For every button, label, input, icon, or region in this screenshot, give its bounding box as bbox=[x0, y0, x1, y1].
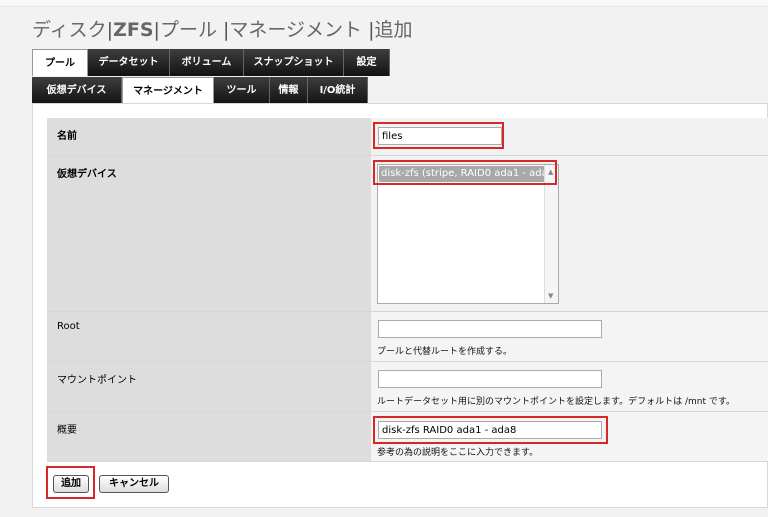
row-root: Root プールと代替ルートを作成する。 bbox=[47, 312, 768, 362]
title-disk: ディスク bbox=[32, 19, 107, 41]
row-name: 名前 bbox=[47, 118, 768, 156]
content-panel: 名前 仮想デバイス disk-zfs (stripe, RAID0 ada1 -… bbox=[32, 103, 768, 508]
root-input[interactable] bbox=[378, 320, 602, 338]
description-label: 概要 bbox=[47, 412, 371, 461]
cancel-button[interactable]: キャンセル bbox=[99, 475, 169, 493]
tab-snapshot[interactable]: スナップショット bbox=[244, 49, 344, 76]
vdevice-scrollbar[interactable]: ▲ ▼ bbox=[544, 165, 558, 303]
tab-tools[interactable]: ツール bbox=[214, 77, 270, 104]
top-bar bbox=[0, 0, 768, 7]
tab-pool[interactable]: プール bbox=[32, 49, 88, 76]
root-label: Root bbox=[47, 312, 371, 361]
scroll-down-icon[interactable]: ▼ bbox=[548, 292, 553, 300]
title-pool: プール bbox=[159, 19, 217, 41]
row-mountpoint: マウントポイント ルートデータセット用に別のマウントポイントを設定します。デフォ… bbox=[47, 362, 768, 412]
row-virtual-device: 仮想デバイス disk-zfs (stripe, RAID0 ada1 - ad… bbox=[47, 156, 768, 312]
tab-management[interactable]: マネージメント bbox=[122, 77, 214, 104]
mountpoint-hint: ルートデータセット用に別のマウントポイントを設定します。デフォルトは /mnt … bbox=[377, 397, 735, 407]
root-hint: プールと代替ルートを作成する。 bbox=[377, 347, 513, 357]
page-title: ディスク|ZFS|プール |マネージメント |追加 bbox=[32, 19, 413, 41]
vdevice-label: 仮想デバイス bbox=[47, 156, 371, 311]
tab-settings[interactable]: 設定 bbox=[344, 49, 390, 76]
highlight-box bbox=[46, 466, 95, 499]
vdevice-select[interactable]: disk-zfs (stripe, RAID0 ada1 - ada8) ▲ ▼ bbox=[377, 164, 559, 304]
main-tabs: プール データセット ボリューム スナップショット 設定 bbox=[32, 49, 390, 76]
title-zfs: ZFS bbox=[113, 19, 154, 41]
tab-volume[interactable]: ボリューム bbox=[170, 49, 244, 76]
tab-virtual-device[interactable]: 仮想デバイス bbox=[32, 77, 122, 104]
description-hint: 参考の為の説明をここに入力できます。 bbox=[377, 448, 539, 458]
title-add: 追加 bbox=[374, 19, 413, 41]
highlight-box bbox=[373, 122, 504, 149]
name-label: 名前 bbox=[47, 118, 371, 155]
mountpoint-label: マウントポイント bbox=[47, 362, 371, 411]
tab-dataset[interactable]: データセット bbox=[88, 49, 170, 76]
row-description: 概要 参考の為の説明をここに入力できます。 bbox=[47, 412, 768, 462]
title-management: マネージメント bbox=[229, 19, 363, 41]
highlight-box bbox=[373, 160, 557, 185]
mountpoint-input[interactable] bbox=[378, 370, 602, 388]
highlight-box bbox=[373, 416, 608, 444]
tab-info[interactable]: 情報 bbox=[270, 77, 308, 104]
tab-io-stats[interactable]: I/O統計 bbox=[308, 77, 368, 104]
sub-tabs: 仮想デバイス マネージメント ツール 情報 I/O統計 bbox=[32, 77, 368, 104]
